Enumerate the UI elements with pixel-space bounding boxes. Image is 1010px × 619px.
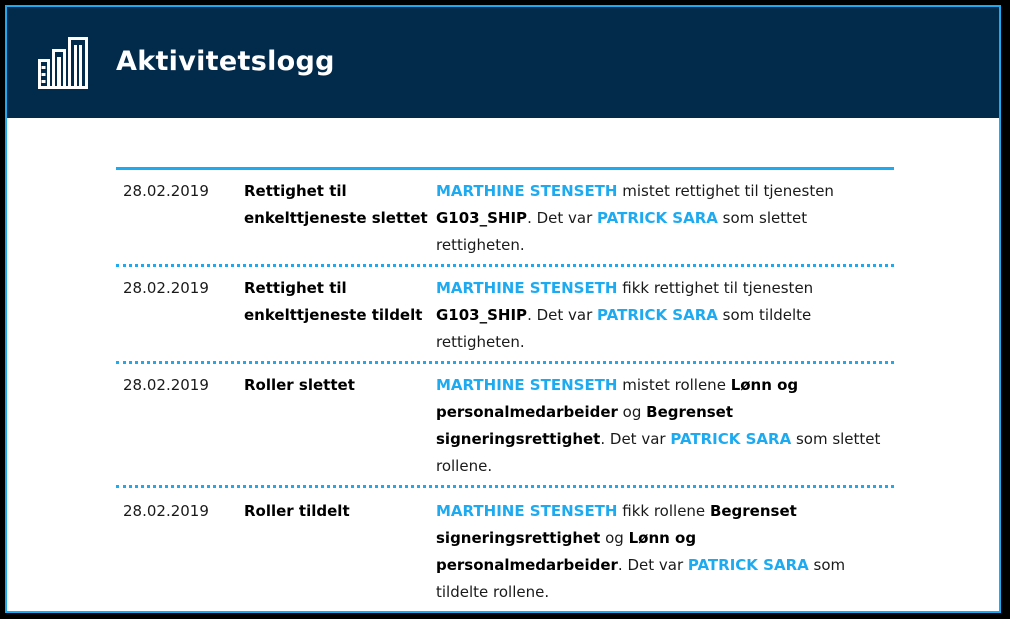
log-event-type: Roller slettet [244,376,355,394]
description-text: . Det var [527,306,598,324]
log-date: 28.02.2019 [123,182,209,200]
log-date: 28.02.2019 [123,502,209,520]
log-event-type: Rettighet til enkelttjeneste tildelt [244,279,423,324]
activity-log-list: 28.02.2019 Rettighet til enkelttjeneste s… [116,167,894,611]
description-text: og [617,403,647,421]
log-description: MARTHINE STENSETH mistet rollene Lønn og… [436,372,886,480]
log-description: MARTHINE STENSETH fikk rollene Begrenset… [436,498,886,606]
description-text: . Det var [617,556,688,574]
user-name-link[interactable]: PATRICK SARA [597,209,718,227]
building-icon [38,37,88,89]
log-date: 28.02.2019 [123,279,209,297]
log-row: 28.02.2019 Rettighet til enkelttjeneste t… [116,267,894,364]
description-text: mistet rollene [617,376,731,394]
user-name-link[interactable]: PATRICK SARA [688,556,809,574]
highlighted-term: G103_SHIP [436,209,528,227]
log-row: 28.02.2019 Rettighet til enkelttjeneste s… [116,170,894,267]
log-row: 28.02.2019 Roller tildelt MARTHINE STENSET… [116,488,894,611]
description-text: . Det var [600,430,671,448]
activity-log-dialog: Aktivitetslogg 28.02.2019 Rettighet til e… [5,5,1001,613]
user-name-link[interactable]: MARTHINE STENSETH [436,182,617,200]
user-name-link[interactable]: PATRICK SARA [597,306,718,324]
log-description: MARTHINE STENSETH fikk rettighet til tje… [436,275,886,356]
highlighted-term: G103_SHIP [436,306,528,324]
log-event-type: Rettighet til enkelttjeneste slettet [244,182,428,227]
user-name-link[interactable]: MARTHINE STENSETH [436,502,617,520]
description-text: fikk rollene [617,502,710,520]
log-description: MARTHINE STENSETH mistet rettighet til t… [436,178,886,259]
description-text: og [600,529,629,547]
dialog-header: Aktivitetslogg [7,7,999,118]
user-name-link[interactable]: MARTHINE STENSETH [436,376,617,394]
user-name-link[interactable]: PATRICK SARA [670,430,791,448]
log-event-type: Roller tildelt [244,502,350,520]
log-row: 28.02.2019 Roller slettet MARTHINE STENSET… [116,364,894,488]
page-title: Aktivitetslogg [116,46,335,77]
description-text: mistet rettighet til tjenesten [617,182,834,200]
log-date: 28.02.2019 [123,376,209,394]
description-text: . Det var [527,209,598,227]
user-name-link[interactable]: MARTHINE STENSETH [436,279,617,297]
description-text: fikk rettighet til tjenesten [617,279,814,297]
